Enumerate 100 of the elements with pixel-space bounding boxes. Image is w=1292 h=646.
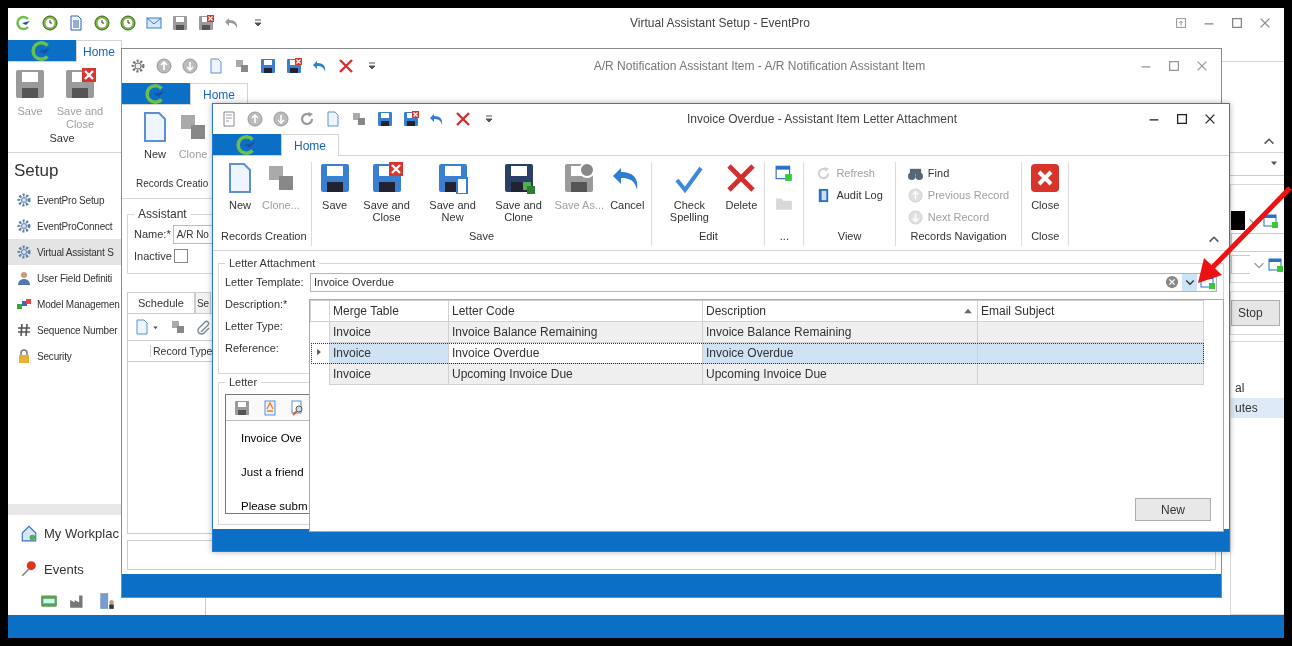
grid-icon[interactable] (1263, 212, 1279, 229)
table-cell: Invoice Balance Remaining (702, 321, 978, 343)
sidebar-item[interactable]: Virtual Assistant S (8, 239, 121, 265)
table-row[interactable]: Invoice Invoice Overdue Invoice Overdue (310, 342, 1204, 364)
paperclip-icon[interactable] (196, 319, 212, 335)
ribbon-tab[interactable]: Home (190, 83, 248, 105)
settings-icon (16, 218, 32, 234)
new-button[interactable]: New (1135, 498, 1211, 521)
ribbon-button[interactable]: Delete (722, 162, 761, 211)
page-icon[interactable] (134, 319, 150, 335)
field-label: Letter Template: (225, 276, 305, 288)
clock-icon[interactable] (120, 15, 136, 31)
page-icon[interactable] (325, 111, 341, 127)
building-icon[interactable] (98, 592, 116, 610)
page-icon[interactable] (208, 58, 224, 74)
group-title: Assistant (137, 207, 188, 221)
ribbon-tab[interactable]: Home (76, 40, 122, 62)
sidebar-item[interactable]: Sequence Number (8, 317, 121, 343)
refresh-icon (816, 165, 832, 181)
close-icon (725, 162, 758, 194)
stop-button[interactable]: Stop (1231, 300, 1280, 326)
preview-icon[interactable] (290, 399, 306, 416)
group-label: Save (467, 230, 495, 244)
tab[interactable]: Schedule (127, 292, 195, 313)
sidebar-item[interactable]: EventPro Setup (8, 187, 121, 213)
group-label: Edit (697, 230, 719, 244)
ribbon-button[interactable]: New (136, 111, 174, 161)
font-document-icon[interactable] (262, 399, 278, 416)
group-label: Records Creatio (135, 178, 206, 191)
group-label: Records Navigation (909, 230, 1008, 244)
logo-icon[interactable] (16, 15, 32, 31)
ribbon-button[interactable]: Close (1026, 162, 1065, 211)
refresh-icon[interactable] (299, 111, 315, 127)
nav-item[interactable]: Events (8, 551, 84, 587)
window-title: Invoice Overdue - Assistant Item Letter Attachment (685, 112, 959, 126)
cubes-icon[interactable] (351, 111, 367, 127)
cubes-icon[interactable] (170, 319, 186, 335)
group-label: Save (48, 132, 76, 146)
sidebar-item[interactable]: Model Managemen (8, 291, 121, 317)
person-icon (16, 270, 32, 286)
sidebar-item[interactable]: EventProConnect (8, 213, 121, 239)
ribbon-button[interactable]: Find (903, 162, 1014, 184)
maximize-icon[interactable] (1175, 112, 1189, 126)
clock-icon[interactable] (42, 15, 58, 31)
ribbon-tab[interactable]: Home (281, 134, 339, 156)
field-label: Reference: (225, 342, 280, 354)
group-label: View (836, 230, 863, 244)
column-header[interactable]: Description (702, 300, 978, 322)
list-item[interactable]: utes (1231, 398, 1284, 418)
field-label: Inactive (134, 250, 172, 262)
checkbox[interactable] (173, 249, 188, 263)
document-icon[interactable] (68, 15, 84, 31)
column-header[interactable]: Letter Code (448, 300, 703, 322)
restore-icon[interactable] (1174, 16, 1188, 30)
sidebar-item[interactable]: Security (8, 343, 121, 369)
settings-icon (16, 244, 32, 260)
table-cell: Upcoming Invoice Due (448, 363, 703, 385)
logo-icon[interactable] (31, 39, 53, 62)
grid-icon[interactable] (775, 164, 794, 182)
cubes-icon (16, 296, 32, 312)
cubes-icon[interactable] (234, 58, 250, 74)
column-header[interactable]: Email Subject (977, 300, 1204, 322)
text-field[interactable] (1231, 233, 1284, 252)
dropdown-field[interactable]: Invoice Overdue (310, 272, 1217, 292)
color-field[interactable] (1231, 211, 1245, 230)
close-icon (1029, 162, 1062, 194)
field-label: Name:* (134, 228, 171, 240)
list-item[interactable]: al (1231, 378, 1284, 398)
ribbon-button[interactable]: Save and Clone (485, 162, 552, 223)
ribbon-button[interactable]: Save and Close (353, 162, 420, 223)
sidebar-item[interactable]: User Field Definiti (8, 265, 121, 291)
clock-icon[interactable] (94, 15, 110, 31)
grid-icon[interactable] (1268, 256, 1284, 273)
house-icon (20, 524, 38, 542)
table-cell: Upcoming Invoice Due (702, 363, 978, 385)
close-icon[interactable] (1203, 112, 1217, 126)
dropdown-field[interactable] (1231, 255, 1250, 274)
table-cell: Invoice Overdue (448, 342, 703, 364)
group-label: ... (778, 230, 790, 244)
letter-text: Just a friend (240, 465, 305, 480)
group-label: Close (1030, 230, 1061, 244)
letter-text: Please subm (240, 499, 309, 514)
sidebar-title: Setup (13, 160, 60, 182)
ribbon-button[interactable]: Save and New (419, 162, 486, 223)
column-header[interactable]: Merge Table (329, 300, 449, 322)
screen-icon[interactable] (40, 592, 58, 610)
ribbon-button[interactable]: New (221, 162, 259, 211)
ribbon-button[interactable]: Audit Log (812, 184, 887, 206)
ribbon-button[interactable]: Save (315, 162, 354, 211)
settings-icon[interactable] (130, 58, 146, 74)
hash-icon (16, 322, 32, 338)
ribbon-button[interactable]: Check Spelling (656, 162, 723, 223)
table-row[interactable]: Invoice Upcoming Invoice Due Upcoming Invoice Due (310, 363, 1204, 385)
ribbon-button[interactable]: Cancel (607, 162, 648, 211)
logo-icon[interactable] (236, 133, 258, 156)
table-row[interactable]: Invoice Invoice Balance Remaining Invoice Balance Remaining (310, 321, 1204, 343)
nav-item[interactable]: My Workplac (8, 515, 119, 551)
field-label: Description:* (225, 298, 289, 310)
logo-icon[interactable] (145, 82, 167, 105)
envelope-icon[interactable] (146, 15, 162, 31)
